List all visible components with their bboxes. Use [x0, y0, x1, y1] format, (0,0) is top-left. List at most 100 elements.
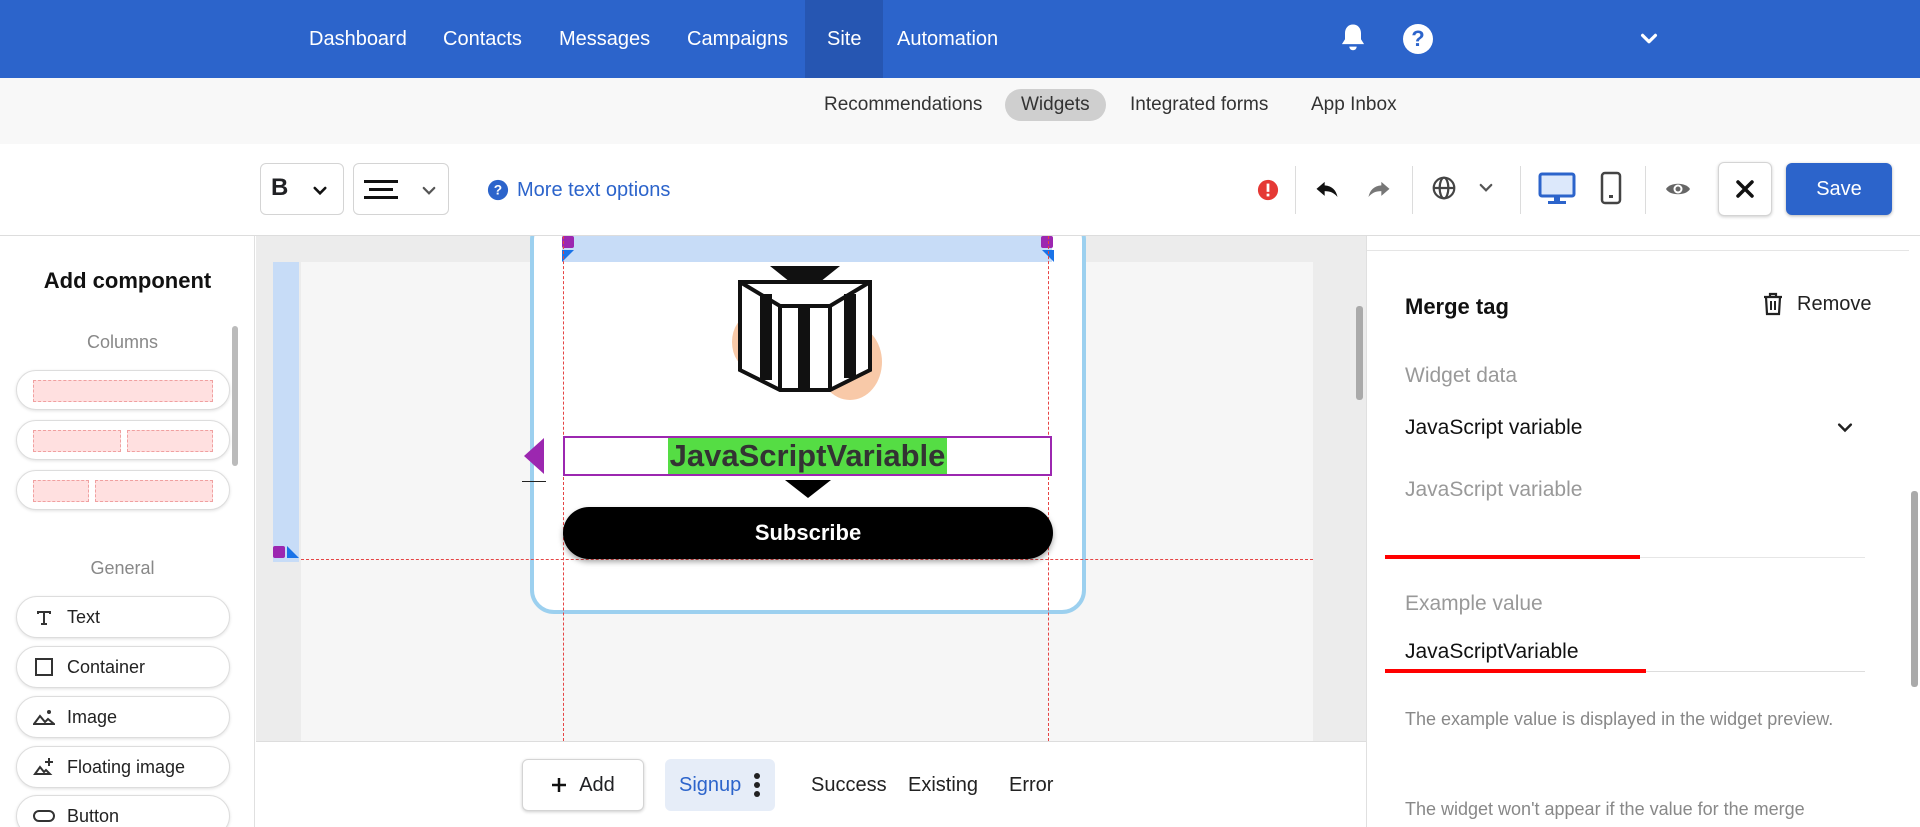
save-button[interactable]: Save — [1786, 163, 1892, 215]
nav-item-messages[interactable]: Messages — [540, 0, 669, 78]
component-button[interactable]: Button — [16, 795, 230, 827]
column-cell — [95, 480, 213, 502]
editor-toolbar: B ? More text options Save — [0, 144, 1920, 236]
more-vertical-icon[interactable] — [753, 772, 761, 798]
move-handle-icon[interactable] — [520, 436, 550, 482]
toolbar-divider — [1520, 166, 1521, 214]
remove-label: Remove — [1797, 292, 1872, 315]
columns-section-label: Columns — [86, 332, 159, 352]
svg-text:?: ? — [494, 183, 502, 198]
trash-icon — [1764, 292, 1782, 316]
component-text[interactable]: Text — [16, 596, 230, 638]
column-layout-1[interactable] — [16, 370, 230, 410]
help-icon[interactable]: ? — [1403, 24, 1433, 54]
close-button[interactable] — [1718, 162, 1772, 216]
tab-error[interactable]: Error — [995, 759, 1067, 811]
sub-navigation: Recommendations Widgets Integrated forms… — [0, 78, 1920, 144]
scrollbar[interactable] — [232, 326, 238, 466]
bold-label: B — [271, 174, 289, 201]
redo-icon[interactable] — [1364, 176, 1394, 204]
general-section-label: General — [90, 558, 155, 578]
help-text: The example value is displayed in the wi… — [1405, 709, 1834, 729]
js-variable-input[interactable] — [1405, 518, 1865, 558]
component-label: Image — [67, 706, 118, 727]
widget-canvas: JavaScriptVariable Subscribe — [256, 236, 1366, 741]
nav-item-dashboard[interactable]: Dashboard — [290, 0, 426, 78]
button-icon — [33, 805, 55, 827]
resize-handle[interactable] — [1041, 236, 1053, 248]
text-icon — [33, 606, 55, 628]
mobile-icon[interactable] — [1600, 171, 1622, 205]
plus-icon — [552, 778, 567, 792]
top-navigation: Dashboard Contacts Messages Campaigns Si… — [0, 0, 1920, 78]
component-container[interactable]: Container — [16, 646, 230, 688]
corner-handle[interactable] — [287, 546, 299, 558]
remove-button[interactable]: Remove — [1761, 291, 1871, 317]
chevron-down-icon — [313, 186, 327, 196]
panel-title: Add component — [43, 268, 212, 293]
component-floating-image[interactable]: Floating image — [16, 746, 230, 788]
add-state-button[interactable]: Add — [522, 759, 644, 811]
resize-handle[interactable] — [273, 546, 285, 558]
component-label: Floating image — [67, 756, 186, 777]
error-icon[interactable] — [1257, 179, 1279, 201]
add-component-panel: Add component Columns General Text Conta… — [0, 236, 255, 827]
tab-success[interactable]: Success — [797, 759, 901, 811]
more-text-options-label: More text options — [517, 178, 671, 201]
toolbar-divider — [1412, 166, 1413, 214]
font-weight-select[interactable]: B — [260, 163, 344, 215]
alignment-guide — [301, 559, 1313, 560]
widget-data-value: JavaScript variable — [1405, 416, 1583, 439]
help-circle-icon: ? — [487, 179, 509, 201]
tab-label: Signup — [679, 774, 742, 796]
nav-item-contacts[interactable]: Contacts — [424, 0, 541, 78]
tab-signup[interactable]: Signup — [665, 759, 776, 811]
component-label: Text — [67, 606, 101, 627]
component-image[interactable]: Image — [16, 696, 230, 738]
more-text-options-link[interactable]: ? More text options — [487, 177, 670, 203]
subnav-item-integrated-forms[interactable]: Integrated forms — [1112, 89, 1286, 121]
selected-column-highlight — [273, 262, 299, 562]
widget-data-label: Widget data — [1405, 364, 1518, 387]
add-label: Add — [579, 773, 615, 796]
panel-title: Merge tag — [1405, 294, 1509, 319]
chevron-down-icon[interactable] — [1638, 28, 1660, 50]
column-cell — [33, 430, 121, 452]
tab-existing[interactable]: Existing — [894, 759, 992, 811]
toolbar-divider — [1645, 166, 1646, 214]
nav-item-automation[interactable]: Automation — [878, 0, 1017, 78]
desktop-icon[interactable] — [1538, 172, 1576, 206]
column-layout-3[interactable] — [16, 470, 230, 510]
globe-icon[interactable] — [1431, 175, 1457, 201]
selected-block-highlight — [562, 236, 1052, 262]
eye-icon[interactable] — [1664, 177, 1692, 201]
merge-tag-text-block[interactable]: JavaScriptVariable — [563, 436, 1052, 476]
subnav-item-app-inbox[interactable]: App Inbox — [1293, 89, 1415, 121]
merge-tag-variable[interactable]: JavaScriptVariable — [667, 438, 948, 474]
component-label: Button — [67, 805, 120, 826]
toolbar-divider — [1295, 166, 1296, 214]
subnav-item-recommendations[interactable]: Recommendations — [806, 89, 1000, 121]
subnav-item-widgets[interactable]: Widgets — [1005, 89, 1106, 121]
example-value-input[interactable]: JavaScriptVariable — [1405, 632, 1865, 672]
undo-icon[interactable] — [1312, 176, 1342, 204]
chevron-down-icon[interactable] — [1477, 179, 1495, 197]
nav-item-site[interactable]: Site — [805, 0, 884, 78]
subscribe-button[interactable]: Subscribe — [563, 507, 1053, 559]
chevron-down-icon — [1837, 423, 1853, 433]
help-text: The widget won't appear if the value for… — [1405, 799, 1805, 819]
scrollbar[interactable] — [1356, 306, 1363, 400]
annotation-underline — [1385, 555, 1640, 559]
nav-item-campaigns[interactable]: Campaigns — [668, 0, 807, 78]
column-layout-2[interactable] — [16, 420, 230, 460]
chevron-down-icon — [422, 186, 436, 195]
widget-data-select[interactable]: JavaScript variable — [1405, 408, 1865, 448]
bell-icon[interactable] — [1338, 22, 1368, 54]
text-align-select[interactable] — [353, 163, 449, 215]
properties-panel: Merge tag Remove Widget data JavaScript … — [1366, 236, 1920, 827]
annotation-underline — [1385, 669, 1646, 673]
scrollbar[interactable] — [1911, 491, 1918, 687]
gift-box-image — [732, 266, 882, 400]
column-cell — [33, 380, 213, 402]
widget-states-bar: Add Signup Success Existing Error — [256, 741, 1366, 827]
